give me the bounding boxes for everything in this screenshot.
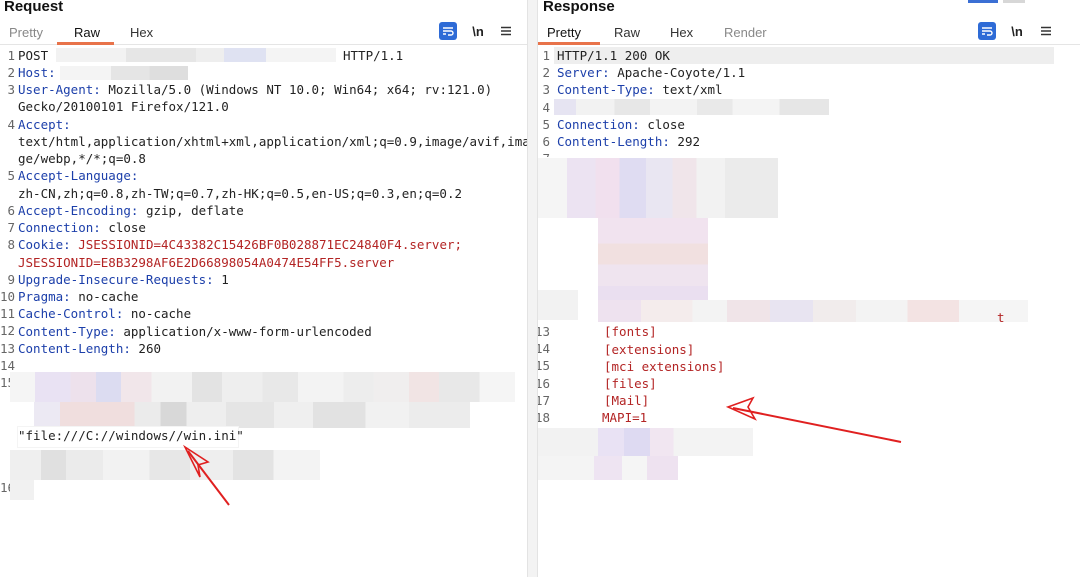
annotation-arrow <box>725 396 902 443</box>
annotation-arrow <box>182 444 230 506</box>
request-pane: Request Pretty Raw Hex \n 1 2 3 4 5 6 7 … <box>0 0 527 577</box>
response-pane: Response Pretty Raw Hex Render \n 1 2 3 … <box>538 0 1080 577</box>
pane-divider[interactable] <box>527 0 538 577</box>
